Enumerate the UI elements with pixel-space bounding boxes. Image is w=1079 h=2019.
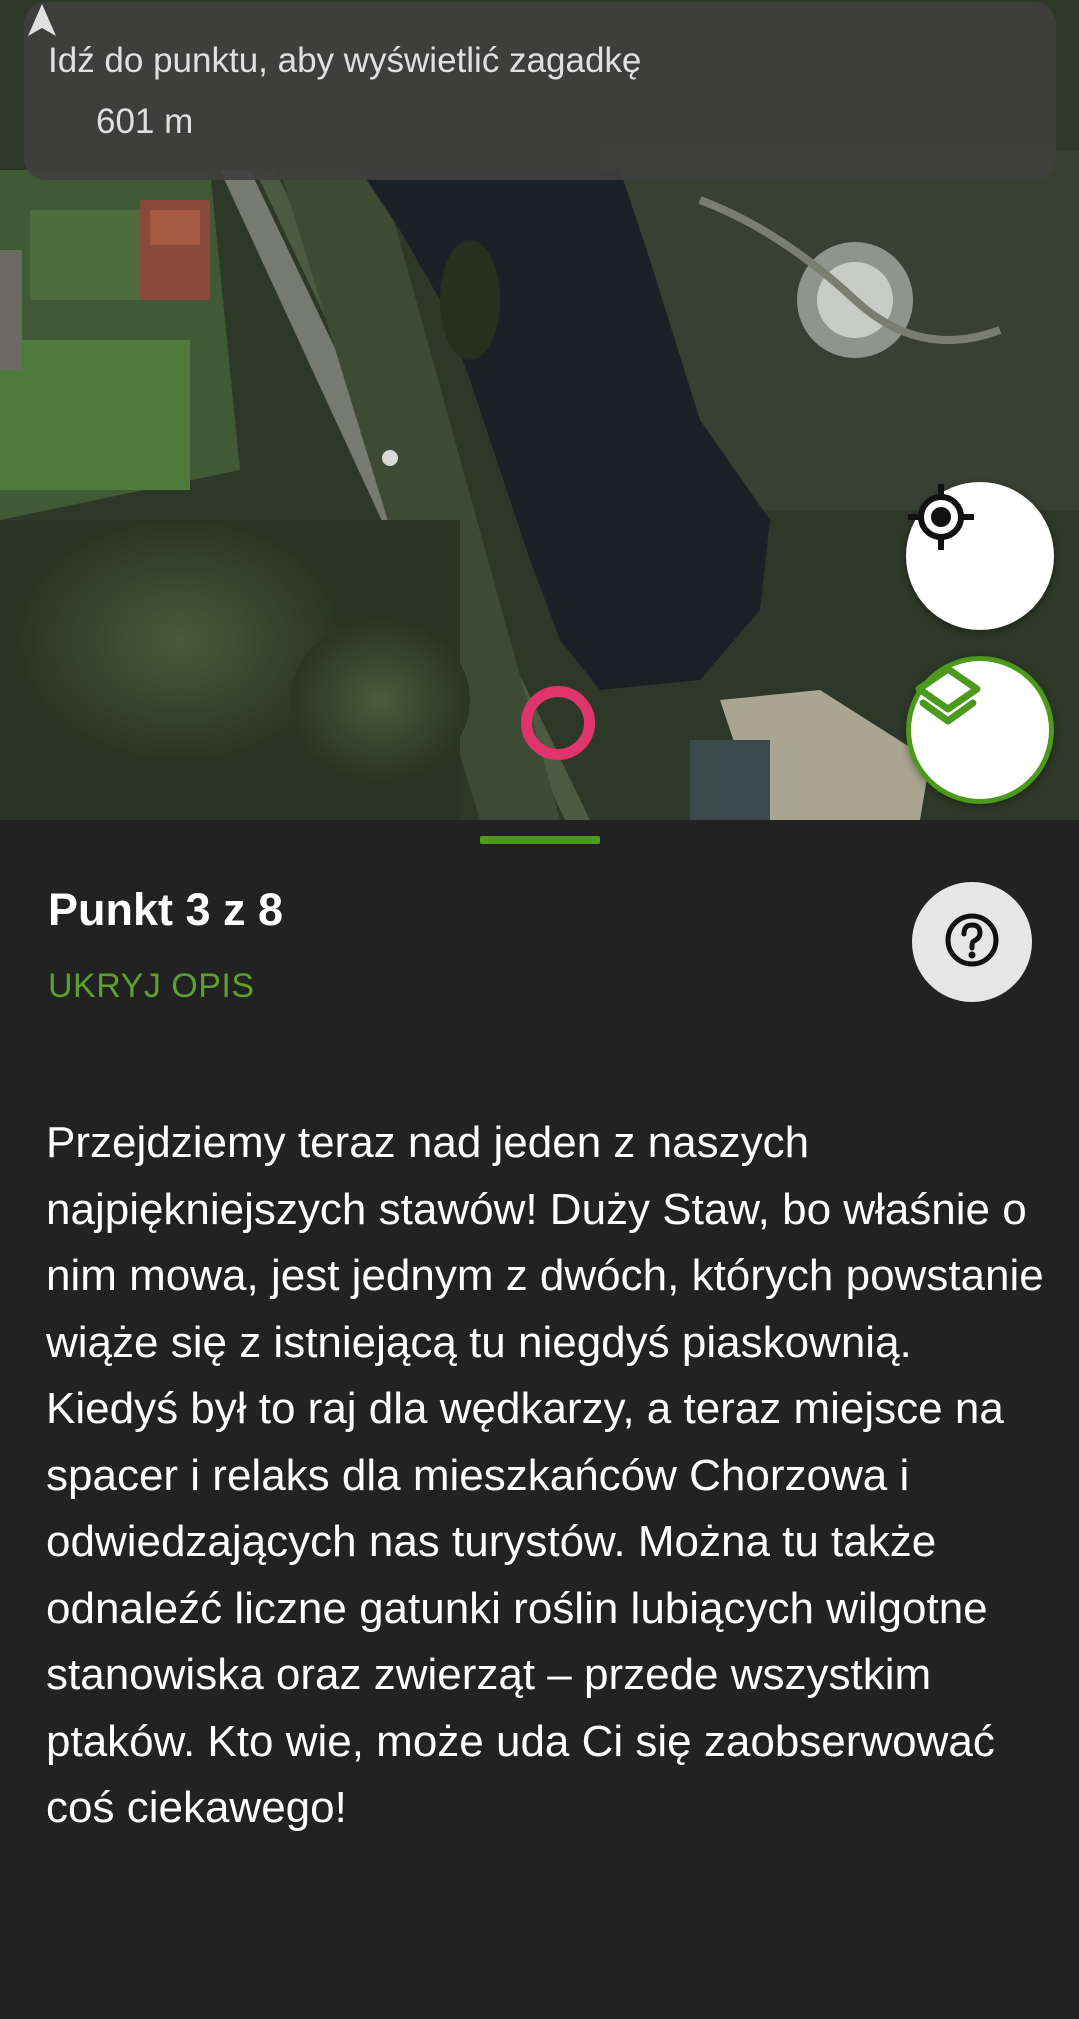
app-screen: Idź do punktu, aby wyświetlić zagadkę 60…: [0, 0, 1079, 2019]
point-details-sheet: Punkt 3 z 8 UKRYJ OPIS Przejdziemy teraz…: [0, 820, 1079, 2019]
distance-value: 601 m: [96, 102, 194, 141]
map-layers-button[interactable]: [906, 656, 1054, 804]
distance-banner: Idź do punktu, aby wyświetlić zagadkę 60…: [24, 2, 1056, 180]
banner-message: Idź do punktu, aby wyświetlić zagadkę: [48, 41, 642, 80]
hide-description-link[interactable]: UKRYJ OPIS: [48, 966, 255, 1006]
satellite-map[interactable]: Idź do punktu, aby wyświetlić zagadkę 60…: [0, 0, 1079, 820]
help-button[interactable]: [912, 882, 1032, 1002]
navigation-arrow-icon: [28, 4, 84, 140]
distance-row: 601 m: [28, 4, 1056, 142]
sheet-drag-handle[interactable]: [480, 836, 600, 844]
help-icon: [942, 910, 1002, 975]
point-title: Punkt 3 z 8: [48, 884, 284, 935]
point-description: Przejdziemy teraz nad jeden z naszych na…: [46, 1118, 1044, 1832]
locate-me-button[interactable]: [906, 482, 1054, 630]
current-point-marker[interactable]: [521, 686, 595, 760]
